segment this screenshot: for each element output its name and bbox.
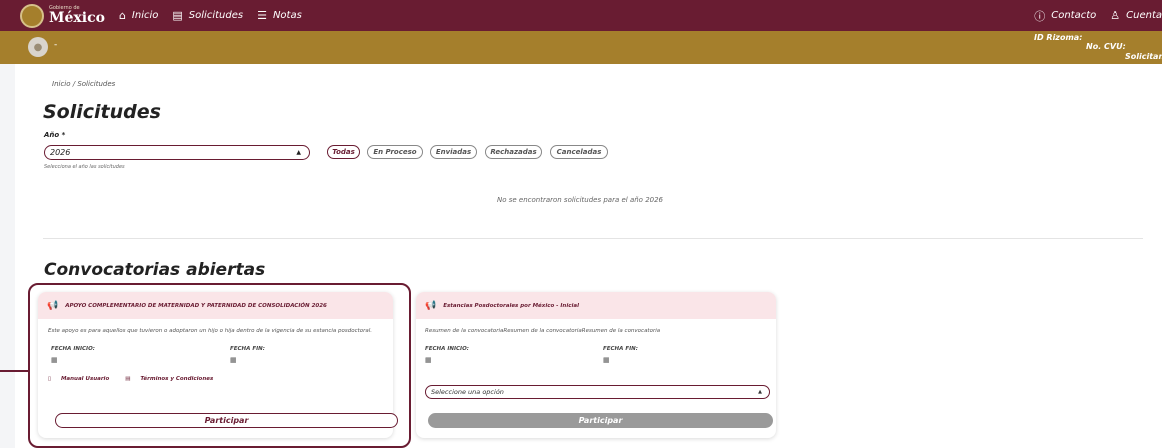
terminos-link[interactable]: ▤ Términos y Condiciones — [125, 376, 221, 382]
year-select[interactable]: 2026 ▲ — [44, 145, 310, 160]
page-title: Solicitudes — [43, 101, 161, 123]
card-title: APOYO COMPLEMENTARIO DE MATERNIDAD Y PAT… — [65, 302, 327, 309]
card-option-select[interactable]: Seleccione una opción ▲ — [425, 385, 770, 399]
help-circle-icon: ⓘ — [1034, 9, 1046, 23]
start-date-label: FECHA INICIO: — [425, 346, 469, 352]
start-date-label: FECHA INICIO: — [51, 346, 95, 352]
select-placeholder: Seleccione una opción — [431, 388, 504, 396]
nav-solicitudes-label: Solicitudes — [188, 10, 244, 21]
book-icon: ▯ — [48, 376, 52, 382]
calendar-icon: ▦ — [603, 356, 610, 364]
card-title: Estancias Posdoctorales por México - Ini… — [443, 302, 579, 309]
calendar-icon: ▦ — [425, 356, 432, 364]
nav-inicio-label: Inicio — [131, 10, 159, 21]
user-icon: ♙ — [1110, 9, 1121, 22]
highlight-connector — [0, 370, 28, 372]
filter-enviadas[interactable]: Enviadas — [430, 145, 477, 159]
participar-button[interactable]: Participar — [55, 413, 398, 428]
document-icon: ▤ — [172, 9, 183, 22]
card-header: 📢 APOYO COMPLEMENTARIO DE MATERNIDAD Y P… — [38, 292, 393, 319]
filter-en-proceso[interactable]: En Proceso — [367, 145, 423, 159]
side-panel — [0, 64, 15, 448]
card-links: ▯ Manual Usuario ▤ Términos y Condicione… — [48, 376, 229, 382]
megaphone-icon: 📢 — [47, 300, 59, 311]
card-description: Este apoyo es para aquellos que tuvieron… — [48, 328, 373, 334]
convocatoria-card: 📢 Estancias Posdoctorales por México - I… — [416, 292, 776, 438]
main-nav: ⌂ Inicio ▤ Solicitudes ☰ Notas — [119, 9, 316, 22]
calendar-icon: ▦ — [51, 356, 58, 364]
mexico-seal-icon — [20, 3, 44, 28]
manual-usuario-link[interactable]: ▯ Manual Usuario — [48, 376, 117, 382]
nav-inicio[interactable]: ⌂ Inicio — [119, 9, 158, 22]
megaphone-icon: 📢 — [425, 300, 437, 311]
nav-cuenta[interactable]: ♙ Cuenta — [1110, 9, 1162, 22]
filter-todas[interactable]: Todas — [327, 145, 360, 159]
user-bar: ● - ID Rizoma: No. CVU: Solicitante — [0, 31, 1162, 64]
nav-contacto[interactable]: ⓘ Contacto — [1034, 8, 1096, 24]
manual-usuario-label: Manual Usuario — [60, 376, 110, 382]
convocatoria-card: 📢 APOYO COMPLEMENTARIO DE MATERNIDAD Y P… — [38, 292, 398, 438]
list-icon: ☰ — [257, 9, 267, 22]
gobierno-logo[interactable]: Gobierno de México — [20, 3, 105, 28]
solicitante-label: Solicitante — [1125, 52, 1162, 61]
avatar[interactable]: ● — [28, 37, 48, 57]
convocatorias-title: Convocatorias abiertas — [44, 260, 266, 280]
divider — [43, 238, 1143, 239]
select-chevron-icon: ▲ — [296, 149, 301, 156]
terminos-label: Términos y Condiciones — [140, 376, 214, 382]
filter-rechazadas[interactable]: Rechazadas — [485, 145, 542, 159]
top-navbar: Gobierno de México ⌂ Inicio ▤ Solicitude… — [0, 0, 1162, 31]
user-name: - — [54, 40, 58, 50]
end-date-label: FECHA FIN: — [603, 346, 638, 352]
nav-solicitudes[interactable]: ▤ Solicitudes — [172, 9, 243, 22]
nav-cuenta-label: Cuenta — [1126, 10, 1162, 21]
empty-message: No se encontraron solicitudes para el añ… — [496, 196, 664, 204]
nav-notas-label: Notas — [272, 10, 302, 21]
year-help-text: Selecciona el año las solicitudes — [44, 164, 125, 170]
select-chevron-icon: ▲ — [758, 389, 762, 395]
home-icon: ⌂ — [118, 9, 126, 22]
breadcrumb[interactable]: Inicio / Solicitudes — [52, 80, 115, 88]
participar-button[interactable]: Participar — [428, 413, 773, 428]
nav-notas[interactable]: ☰ Notas — [257, 9, 302, 22]
right-nav: ⓘ Contacto ♙ Cuenta — [1020, 0, 1162, 31]
card-header: 📢 Estancias Posdoctorales por México - I… — [416, 292, 776, 319]
filter-canceladas[interactable]: Canceladas — [550, 145, 608, 159]
card-description: Resumen de la convocatoriaResumen de la … — [425, 328, 661, 334]
nav-contacto-label: Contacto — [1051, 10, 1097, 21]
year-select-value: 2026 — [50, 148, 71, 157]
year-label: Año * — [44, 131, 66, 139]
logo-title: México — [49, 10, 105, 26]
end-date-label: FECHA FIN: — [230, 346, 265, 352]
calendar-icon: ▦ — [230, 356, 237, 364]
document-icon: ▤ — [125, 376, 131, 382]
